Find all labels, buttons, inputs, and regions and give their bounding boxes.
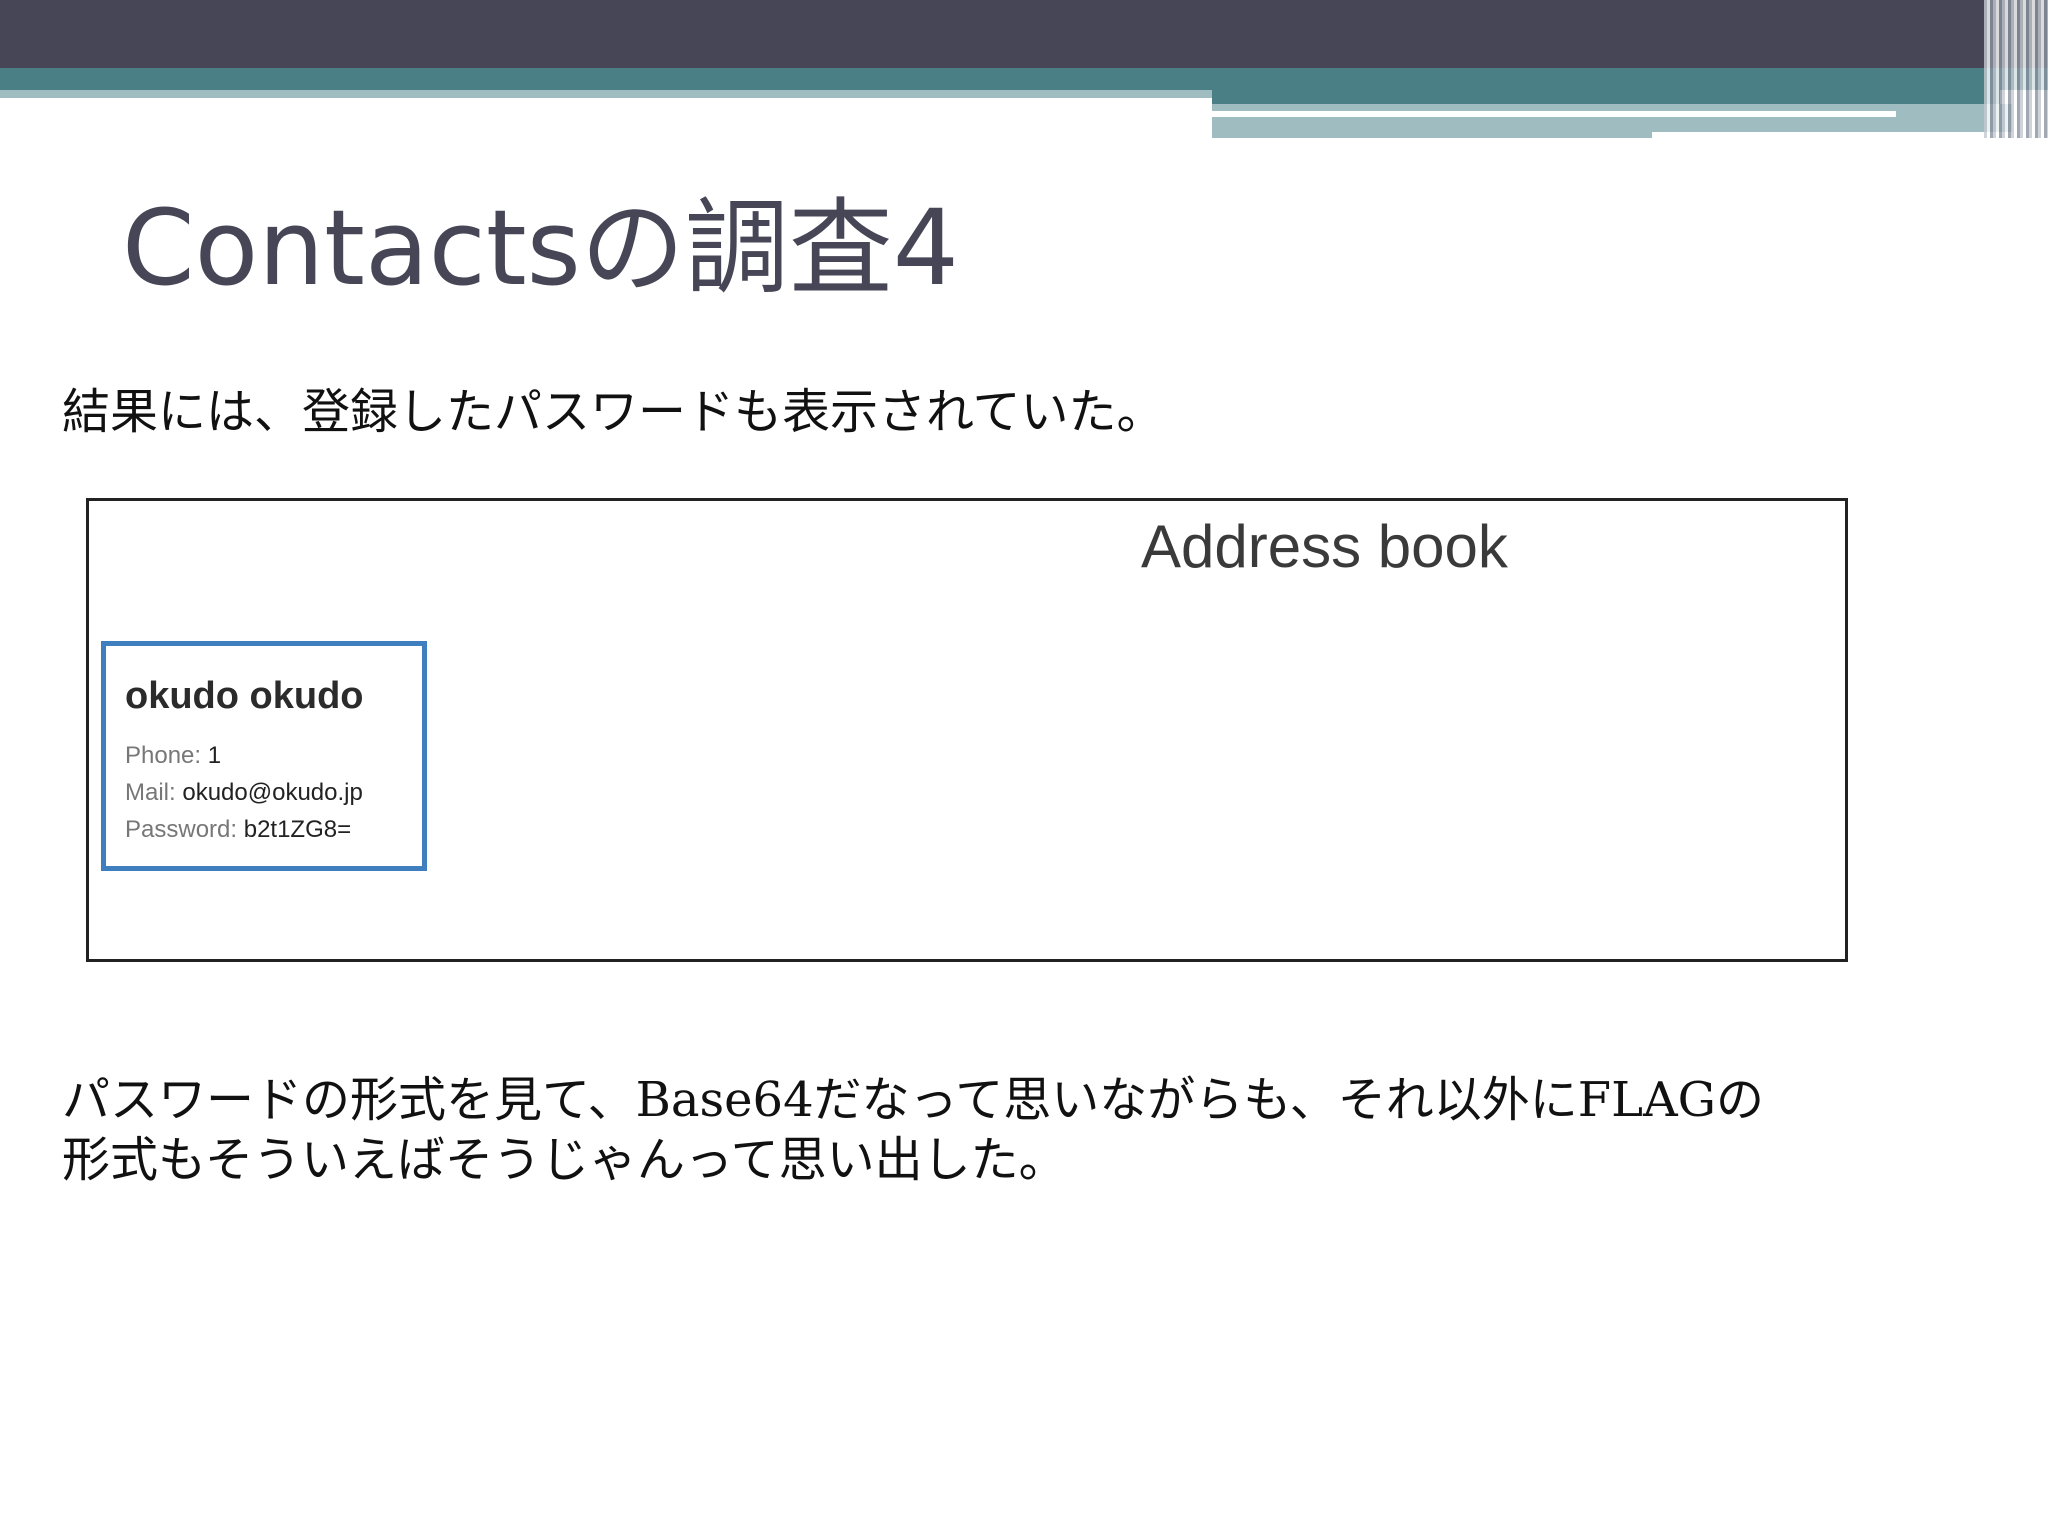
mail-label: Mail: [125,779,183,806]
header-teal-band [0,68,2048,90]
mail-field: Mail: okudo@okudo.jp [125,775,363,811]
phone-label: Phone: [125,742,208,769]
phone-value: 1 [207,742,222,769]
address-book-screenshot: Address book okudo okudo Phone: 1 Mail: … [86,498,1848,962]
analysis-paragraph-line1: パスワードの形式を見て、Base64だなって思いながらも、それ以外にFLAGの [62,1072,1764,1128]
header-dark-band [0,0,2048,68]
header-teal-band-right [1212,90,2000,104]
mail-value: okudo@okudo.jp [182,779,363,806]
password-value: b2t1ZG8= [243,816,352,843]
address-book-heading: Address book [1141,513,1508,580]
header-light-band-left [0,90,1212,98]
password-label: Password: [125,816,244,843]
contact-card: okudo okudo Phone: 1 Mail: okudo@okudo.j… [101,641,427,871]
result-paragraph: 結果には、登録したパスワードも表示されていた。 [62,384,1165,440]
phone-field: Phone: 1 [125,738,221,774]
analysis-paragraph-line2: 形式もそういえばそうじゃんって思い出した。 [62,1132,1067,1188]
contact-name: okudo okudo [125,675,364,717]
password-field: Password: b2t1ZG8= [125,812,351,848]
header-white-line [1212,111,1896,117]
header-stripes [1984,0,2048,138]
slide-title: Contactsの調査4 [122,187,959,309]
